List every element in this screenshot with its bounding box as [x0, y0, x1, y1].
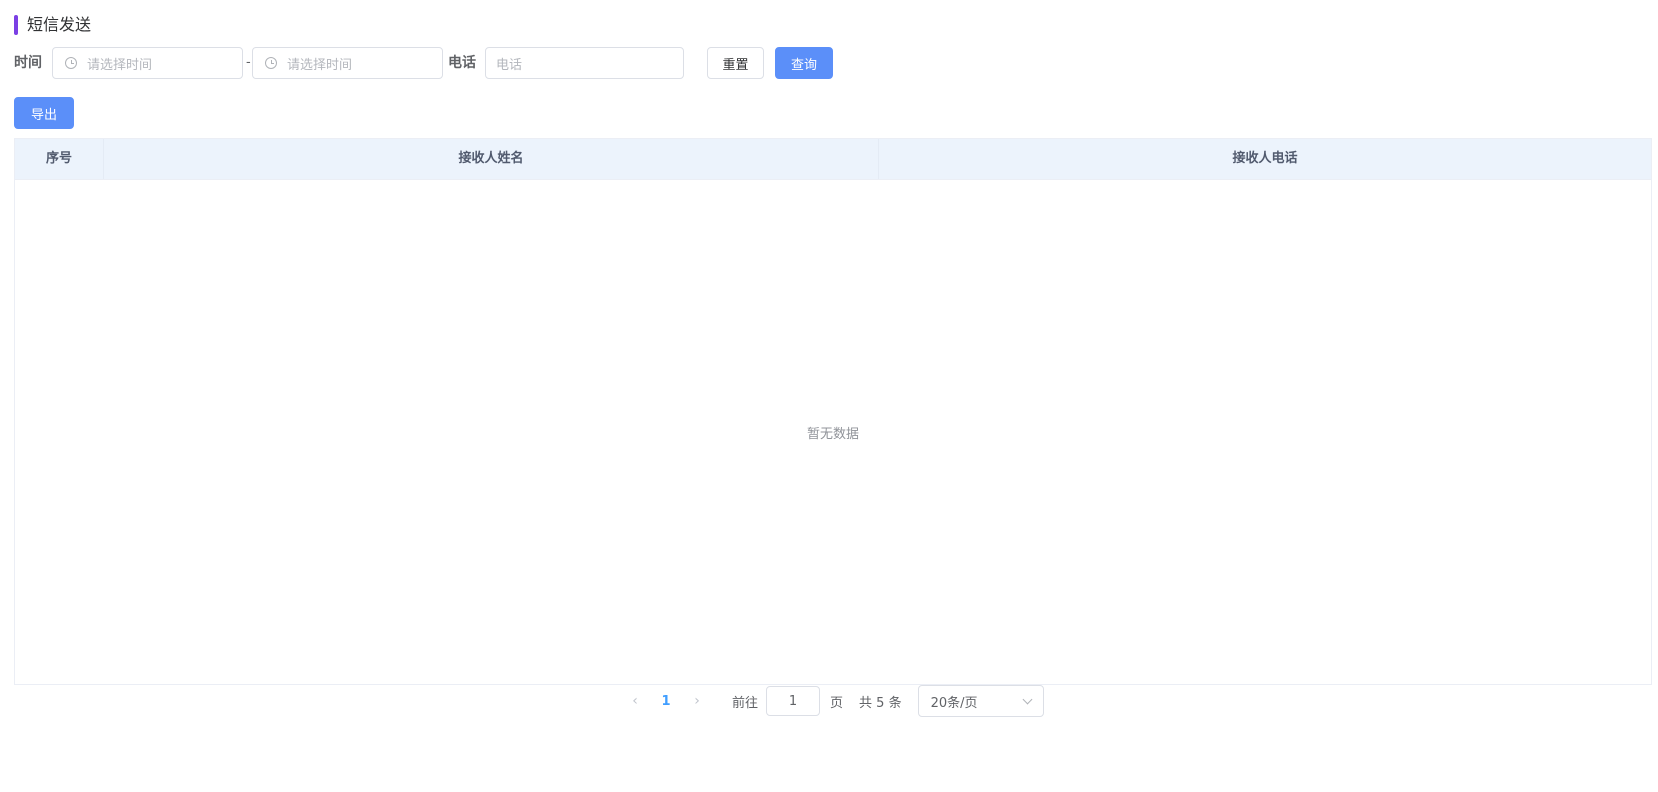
clock-icon: [265, 57, 277, 69]
end-time-picker[interactable]: 请选择时间: [252, 47, 443, 79]
table-header: 序号 接收人姓名 接收人电话: [15, 139, 1651, 180]
reset-button[interactable]: 重置: [707, 47, 764, 79]
page-size-select[interactable]: 20条/页: [917, 685, 1044, 717]
column-header-recipient-phone: 接收人电话: [1232, 151, 1298, 166]
page-title: 短信发送: [27, 15, 92, 34]
clock-icon: [65, 57, 77, 69]
phone-placeholder: 电话: [496, 57, 523, 73]
page-size-value: 20条/页: [930, 695, 978, 711]
search-button[interactable]: 查询: [775, 47, 833, 79]
column-header-index: 序号: [15, 139, 104, 179]
start-time-placeholder: 请选择时间: [87, 57, 153, 73]
goto-page-input[interactable]: 1: [766, 686, 821, 716]
goto-label: 前往: [732, 695, 759, 711]
chevron-down-icon: [1022, 694, 1033, 704]
filter-row: 时间 请选择时间 - 请选择时间 电话 电话 重置 查询: [14, 47, 1014, 79]
chevron-right-icon[interactable]: ›: [682, 693, 712, 709]
chevron-left-icon[interactable]: ‹: [620, 693, 650, 709]
page-title-bar: 短信发送: [14, 14, 91, 36]
phone-label: 电话: [448, 55, 476, 71]
page-number-current[interactable]: 1: [650, 694, 682, 709]
column-header-recipient-name: 接收人姓名: [104, 139, 879, 179]
data-table: 序号 接收人姓名 接收人电话 暂无数据: [14, 138, 1652, 685]
title-accent-bar: [14, 15, 18, 35]
pagination: ‹ 1 › 前往 1 页 共 5 条 20条/页: [620, 685, 1044, 717]
goto-page-value: 1: [788, 693, 798, 709]
phone-input[interactable]: 电话: [485, 47, 684, 79]
export-button[interactable]: 导出: [14, 97, 74, 129]
page-unit-label: 页: [830, 695, 844, 711]
total-count: 共 5 条: [859, 695, 902, 711]
end-time-placeholder: 请选择时间: [287, 57, 353, 73]
page: 短信发送 时间 请选择时间 - 请选择时间 电话 电话 重置 查询 导出 序号 …: [0, 0, 1658, 792]
start-time-picker[interactable]: 请选择时间: [52, 47, 243, 79]
time-label: 时间: [14, 55, 42, 71]
empty-state-text: 暂无数据: [806, 426, 859, 442]
range-separator: -: [246, 55, 251, 70]
